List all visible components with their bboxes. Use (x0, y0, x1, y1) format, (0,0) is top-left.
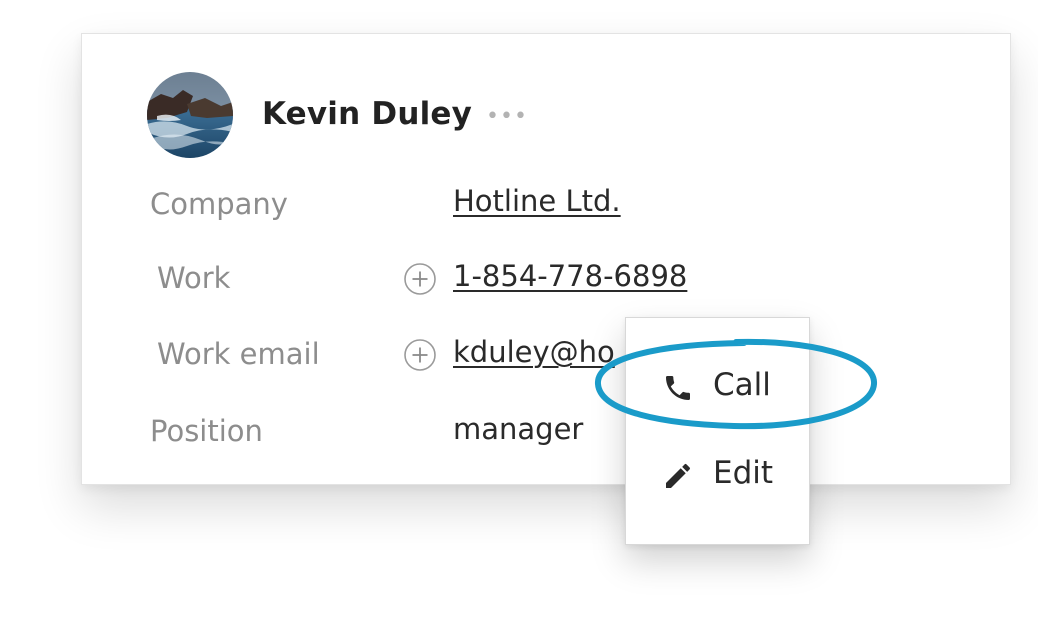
work-phone-link[interactable]: 1-854-778-6898 (453, 259, 687, 293)
edit-menu-item[interactable]: Edit (626, 436, 809, 516)
company-label: Company (150, 187, 288, 221)
avatar[interactable] (147, 72, 233, 158)
company-link[interactable]: Hotline Ltd. (453, 184, 621, 218)
edit-label: Edit (713, 455, 774, 491)
pencil-icon (666, 463, 691, 488)
avatar-image (147, 72, 233, 158)
work-email-link[interactable]: kduley@ho (453, 335, 615, 369)
position-label: Position (150, 414, 263, 448)
contact-card-stage: Kevin Duley ••• Company Hotline Ltd. Wor… (0, 0, 1038, 621)
plus-circle-icon[interactable] (404, 263, 436, 295)
call-menu-item[interactable]: Call (626, 348, 809, 428)
work-email-label: Work email (157, 337, 320, 371)
plus-circle-icon[interactable] (404, 339, 436, 371)
position-value: manager (453, 412, 584, 446)
more-horizontal-icon[interactable]: ••• (486, 105, 527, 129)
phone-icon (666, 376, 690, 400)
call-label: Call (713, 367, 771, 403)
work-phone-label: Work (157, 261, 231, 295)
contact-name: Kevin Duley (262, 96, 473, 132)
context-menu: Call Edit (625, 317, 810, 545)
